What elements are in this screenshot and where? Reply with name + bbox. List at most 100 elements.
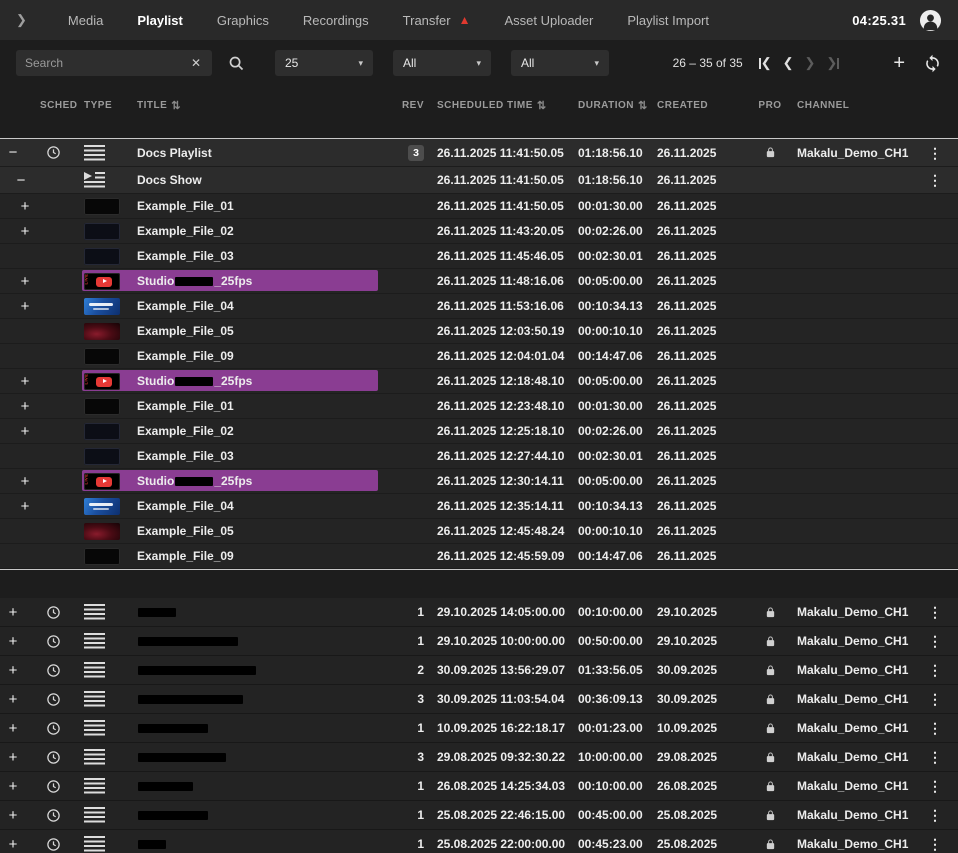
table-row[interactable]: + Example_File_04 26.11.2025 12:35:14.11…: [0, 494, 958, 519]
sidebar-expand-icon[interactable]: ❯: [16, 12, 27, 28]
expand-toggle[interactable]: +: [6, 663, 20, 678]
column-title[interactable]: TITLE⇅: [126, 90, 387, 120]
table-row[interactable]: − Docs Playlist 3 26.11.2025 11:41:50.05…: [0, 139, 958, 167]
kebab-menu[interactable]: ⋮: [928, 663, 942, 677]
nav-item[interactable]: Transfer ▲: [386, 0, 488, 40]
table-row[interactable]: + 3 30.09.2025 11:03:54.04 00:36:09.13 3…: [0, 685, 958, 714]
type-icon: [84, 548, 120, 565]
column-scheduled-time[interactable]: SCHEDULED TIME⇅: [427, 90, 568, 120]
table-row[interactable]: + Example_File_02 26.11.2025 12:25:18.10…: [0, 419, 958, 444]
rev-cell: [387, 294, 427, 318]
type-filter-select[interactable]: All ▾: [393, 50, 491, 76]
table-row[interactable]: Example_File_03 26.11.2025 11:45:46.05 0…: [0, 244, 958, 269]
kebab-menu[interactable]: ⋮: [928, 779, 942, 793]
table-row[interactable]: + 2 30.09.2025 13:56:29.07 01:33:56.05 3…: [0, 656, 958, 685]
nav-item[interactable]: Playlist: [120, 0, 200, 40]
search-box[interactable]: ✕: [16, 50, 212, 76]
table-row[interactable]: + 1 29.10.2025 10:00:00.00 00:50:00.00 2…: [0, 627, 958, 656]
duration-cell: 00:36:09.13: [568, 685, 643, 713]
search-input[interactable]: [25, 56, 189, 70]
table-row[interactable]: Example_File_03 26.11.2025 12:27:44.10 0…: [0, 444, 958, 469]
created-cell: 30.09.2025: [643, 685, 750, 713]
expand-toggle[interactable]: +: [18, 499, 32, 514]
table-row[interactable]: − Docs Show 26.11.2025 11:41:50.05 01:18…: [0, 167, 958, 194]
nav-item[interactable]: Graphics: [200, 0, 286, 40]
expand-toggle[interactable]: +: [18, 399, 32, 414]
expand-toggle[interactable]: +: [6, 605, 20, 620]
table-row[interactable]: + 1 25.08.2025 22:00:00.00 00:45:23.00 2…: [0, 830, 958, 853]
row-title: Example_File_02: [126, 219, 387, 243]
expand-toggle[interactable]: −: [6, 145, 20, 160]
refresh-icon[interactable]: [923, 54, 942, 73]
kebab-menu[interactable]: ⋮: [928, 808, 942, 822]
lock-icon: [765, 781, 776, 792]
duration-cell: 00:14:47.06: [568, 544, 643, 568]
expand-toggle[interactable]: +: [6, 779, 20, 794]
first-page-button[interactable]: ❮: [757, 55, 774, 71]
expand-toggle[interactable]: +: [6, 837, 20, 852]
table-row[interactable]: + 1 25.08.2025 22:46:15.00 00:45:00.00 2…: [0, 801, 958, 830]
kebab-menu[interactable]: ⋮: [928, 692, 942, 706]
expand-toggle[interactable]: +: [6, 750, 20, 765]
table-row[interactable]: + 1 10.09.2025 16:22:18.17 00:01:23.00 1…: [0, 714, 958, 743]
kebab-menu[interactable]: ⋮: [928, 605, 942, 619]
user-avatar-icon[interactable]: [919, 9, 942, 32]
created-cell: 26.11.2025: [643, 469, 750, 493]
channel-filter-select[interactable]: All ▾: [511, 50, 609, 76]
type-icon: [84, 778, 105, 794]
table-row[interactable]: + 1 29.10.2025 14:05:00.00 00:10:00.00 2…: [0, 598, 958, 627]
last-page-button[interactable]: ❯: [824, 55, 841, 71]
kebab-menu[interactable]: ⋮: [928, 837, 942, 851]
expand-toggle[interactable]: +: [18, 299, 32, 314]
expand-toggle[interactable]: +: [18, 474, 32, 489]
table-row[interactable]: + LIVE Studio_25fps 26.11.2025 11:48:16.…: [0, 269, 958, 294]
playlist-group: − Docs Playlist 3 26.11.2025 11:41:50.05…: [0, 138, 958, 570]
expand-toggle[interactable]: +: [6, 692, 20, 707]
table-row[interactable]: + 1 26.08.2025 14:25:34.03 00:10:00.00 2…: [0, 772, 958, 801]
duration-cell: 00:01:30.00: [568, 194, 643, 218]
nav-item[interactable]: Playlist Import: [610, 0, 726, 40]
table-row[interactable]: Example_File_09 26.11.2025 12:04:01.04 0…: [0, 344, 958, 369]
rev-cell: [387, 244, 427, 268]
table-row[interactable]: + LIVE Studio_25fps 26.11.2025 12:30:14.…: [0, 469, 958, 494]
table-row[interactable]: + Example_File_02 26.11.2025 11:43:20.05…: [0, 219, 958, 244]
table-row[interactable]: Example_File_05 26.11.2025 12:03:50.19 0…: [0, 319, 958, 344]
table-row[interactable]: + Example_File_01 26.11.2025 12:23:48.10…: [0, 394, 958, 419]
expand-toggle[interactable]: +: [18, 374, 32, 389]
table-row[interactable]: + LIVE Studio_25fps 26.11.2025 12:18:48.…: [0, 369, 958, 394]
expand-toggle[interactable]: +: [18, 274, 32, 289]
kebab-menu[interactable]: ⋮: [928, 634, 942, 648]
table-row[interactable]: + 3 29.08.2025 09:32:30.22 10:00:00.00 2…: [0, 743, 958, 772]
page-size-select[interactable]: 25 ▾: [275, 50, 373, 76]
clear-search-icon[interactable]: ✕: [189, 56, 203, 70]
search-icon[interactable]: [228, 55, 245, 72]
table-row[interactable]: + Example_File_01 26.11.2025 11:41:50.05…: [0, 194, 958, 219]
expand-toggle[interactable]: +: [18, 424, 32, 439]
expand-toggle[interactable]: −: [14, 173, 28, 188]
expand-toggle[interactable]: +: [6, 721, 20, 736]
nav-item[interactable]: Asset Uploader: [487, 0, 610, 40]
table-row[interactable]: Example_File_09 26.11.2025 12:45:59.09 0…: [0, 544, 958, 569]
expand-toggle[interactable]: +: [6, 808, 20, 823]
table-row[interactable]: + Example_File_04 26.11.2025 11:53:16.06…: [0, 294, 958, 319]
kebab-menu[interactable]: ⋮: [928, 721, 942, 735]
add-playlist-button[interactable]: +: [893, 53, 905, 73]
toolbar: ✕ 25 ▾ All ▾ All ▾ 26 – 35 of 35 ❮ ❮ ❯ ❯: [0, 40, 958, 86]
column-duration[interactable]: DURATION⇅: [568, 90, 643, 120]
nav-item[interactable]: Media: [51, 0, 120, 40]
table-row[interactable]: Example_File_05 26.11.2025 12:45:48.24 0…: [0, 519, 958, 544]
kebab-menu[interactable]: ⋮: [928, 173, 942, 187]
previous-page-button[interactable]: ❮: [781, 55, 796, 71]
kebab-menu[interactable]: ⋮: [928, 146, 942, 160]
expand-toggle[interactable]: +: [18, 199, 32, 214]
sort-icon[interactable]: ⇅: [537, 99, 547, 112]
channel-cell: [790, 469, 912, 493]
expand-toggle[interactable]: +: [18, 224, 32, 239]
nav-item[interactable]: Recordings: [286, 0, 386, 40]
expand-toggle[interactable]: +: [6, 634, 20, 649]
next-page-button[interactable]: ❯: [803, 55, 818, 71]
sort-icon[interactable]: ⇅: [171, 99, 181, 112]
kebab-menu[interactable]: ⋮: [928, 750, 942, 764]
type-icon: [84, 836, 105, 852]
rev-cell: 3: [387, 743, 427, 771]
